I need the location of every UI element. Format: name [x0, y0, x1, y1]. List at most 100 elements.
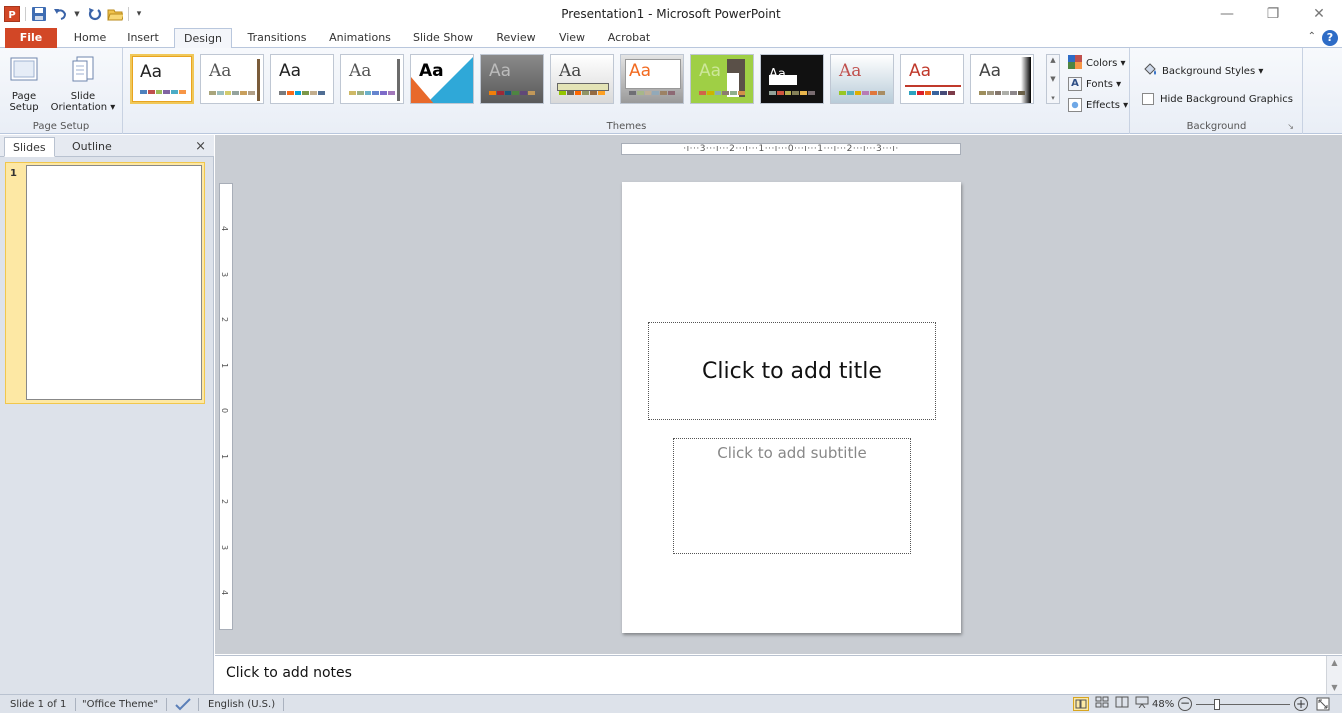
slide-sorter-icon[interactable] — [1095, 696, 1109, 713]
slide-editing-area: ·ı···3···ı···2···ı···1···ı···0···ı···1··… — [215, 135, 1342, 654]
theme-apothecary[interactable]: Aa — [410, 54, 474, 104]
slides-panel-tabs: Slides Outline × — [0, 135, 214, 157]
theme-sample-text: Aa — [489, 61, 512, 81]
tab-design[interactable]: Design — [174, 28, 232, 49]
colors-button[interactable]: Colors ▾ — [1068, 54, 1126, 72]
slide-thumbnail[interactable] — [26, 165, 202, 400]
tab-insert[interactable]: Insert — [122, 28, 164, 48]
zoom-slider-thumb[interactable] — [1214, 699, 1220, 710]
effects-button[interactable]: Effects ▾ — [1068, 96, 1128, 114]
zoom-level[interactable]: 48% — [1152, 698, 1174, 712]
status-bar: Slide 1 of 1 "Office Theme" English (U.S… — [0, 694, 1342, 713]
theme-angles[interactable]: Aa — [270, 54, 334, 104]
tab-slide-show[interactable]: Slide Show — [408, 28, 478, 48]
tab-file[interactable]: File — [5, 28, 57, 48]
scroll-up-icon[interactable]: ▲ — [1331, 658, 1337, 667]
tab-animations[interactable]: Animations — [324, 28, 396, 48]
theme-clarity[interactable]: Aa — [760, 54, 824, 104]
tab-transitions[interactable]: Transitions — [244, 28, 310, 48]
slide-counter: Slide 1 of 1 — [10, 699, 67, 710]
theme-sample-text: Aa — [349, 61, 372, 81]
background-styles-button[interactable]: Background Styles ▾ — [1142, 62, 1263, 80]
theme-couture[interactable]: Aa — [970, 54, 1034, 104]
tab-home[interactable]: Home — [70, 28, 110, 48]
slide-orientation-button[interactable]: Slide Orientation ▾ — [46, 54, 120, 113]
fonts-button[interactable]: A Fonts ▾ — [1068, 75, 1121, 93]
title-placeholder[interactable]: Click to add title — [648, 322, 936, 420]
themes-gallery-scroll[interactable]: ▲ ▼ ▾ — [1046, 54, 1060, 104]
theme-name[interactable]: "Office Theme" — [82, 698, 158, 712]
zoom-out-button[interactable]: − — [1178, 697, 1192, 711]
scroll-down-icon[interactable]: ▼ — [1331, 683, 1337, 692]
theme-sample-text: Aa — [839, 61, 862, 81]
theme-sample-text: Aa — [559, 61, 582, 81]
checkbox-icon[interactable] — [1142, 93, 1154, 105]
theme-aspect[interactable]: Aa — [480, 54, 544, 104]
theme-civic[interactable]: Aa — [690, 54, 754, 104]
notes-placeholder[interactable]: Click to add notes — [226, 665, 352, 681]
tab-outline[interactable]: Outline — [64, 137, 120, 157]
tab-acrobat[interactable]: Acrobat — [604, 28, 654, 48]
hide-background-graphics-checkbox[interactable]: Hide Background Graphics — [1142, 90, 1293, 108]
theme-adjacency[interactable]: Aa — [200, 54, 264, 104]
theme-sample-text: Aa — [769, 67, 786, 82]
themes-group-label: Themes — [606, 121, 647, 132]
tab-slides[interactable]: Slides — [4, 137, 55, 157]
theme-apex[interactable]: Aa — [340, 54, 404, 104]
page-setup-button[interactable]: Page Setup — [6, 54, 42, 113]
vertical-ruler: 4 3 2 1 0 1 2 3 4 — [219, 183, 233, 630]
paint-bucket-icon — [1142, 62, 1158, 80]
title-bar: P ▼ ▾ Presentation1 - Microsoft PowerPoi… — [0, 0, 1342, 28]
theme-sample-text: Aa — [699, 61, 722, 81]
theme-sample-text: Aa — [209, 61, 232, 81]
theme-black-tie[interactable]: Aa — [620, 54, 684, 104]
theme-sample-text: Aa — [979, 61, 1002, 81]
spell-check-icon[interactable] — [174, 697, 192, 711]
colors-icon — [1068, 54, 1082, 72]
restore-button[interactable]: ❐ — [1250, 0, 1296, 28]
reading-view-icon[interactable] — [1115, 696, 1129, 713]
theme-sample-text: Aa — [909, 61, 932, 81]
help-icon[interactable]: ? — [1322, 30, 1338, 46]
subtitle-placeholder[interactable]: Click to add subtitle — [673, 438, 911, 554]
minimize-button[interactable]: — — [1204, 0, 1250, 28]
theme-office[interactable]: Aa — [130, 54, 194, 104]
window-title: Presentation1 - Microsoft PowerPoint — [561, 7, 781, 21]
theme-composite[interactable]: Aa — [830, 54, 894, 104]
gallery-up-icon[interactable]: ▲ — [1050, 56, 1055, 64]
gallery-down-icon[interactable]: ▼ — [1050, 75, 1055, 83]
tab-view[interactable]: View — [554, 28, 590, 48]
zoom-slider-track[interactable] — [1196, 704, 1290, 705]
language[interactable]: English (U.S.) — [208, 698, 275, 712]
theme-sample-text: Aa — [419, 61, 444, 81]
effects-icon — [1068, 98, 1082, 112]
notes-pane[interactable]: Click to add notes ▲ ▼ — [215, 655, 1342, 694]
close-panel-icon[interactable]: × — [195, 139, 206, 154]
theme-sample-text: Aa — [629, 61, 652, 81]
fonts-icon: A — [1068, 77, 1082, 91]
ribbon: Page Setup Slide Orientation ▾ Page Setu… — [0, 48, 1342, 134]
slide-orientation-icon — [46, 54, 120, 87]
tab-review[interactable]: Review — [492, 28, 540, 48]
view-buttons — [1073, 696, 1149, 713]
theme-sample-text: Aa — [279, 61, 302, 81]
notes-scrollbar[interactable]: ▲ ▼ — [1326, 656, 1342, 694]
ribbon-tabs: File Home Insert Design Transitions Anim… — [0, 28, 1342, 49]
slide-show-icon[interactable] — [1135, 696, 1149, 713]
page-setup-group-label: Page Setup — [32, 121, 90, 132]
themes-gallery: Aa Aa Aa Aa Aa Aa Aa Aa Aa Aa Aa Aa Aa — [128, 54, 1050, 110]
minimize-ribbon-icon[interactable]: ⌃ — [1308, 31, 1316, 42]
normal-view-icon[interactable] — [1073, 697, 1089, 711]
horizontal-ruler: ·ı···3···ı···2···ı···1···ı···0···ı···1··… — [621, 143, 961, 155]
fit-slide-icon[interactable] — [1316, 697, 1330, 711]
theme-sample-text: Aa — [140, 62, 163, 82]
theme-austin[interactable]: Aa — [550, 54, 614, 104]
gallery-more-icon[interactable]: ▾ — [1051, 94, 1055, 102]
background-dialog-launcher-icon[interactable]: ↘ — [1287, 122, 1294, 131]
theme-concourse[interactable]: Aa — [900, 54, 964, 104]
close-button[interactable]: ✕ — [1296, 0, 1342, 28]
slide-thumbnail-selected[interactable]: 1 — [5, 162, 205, 404]
slide-number: 1 — [10, 168, 17, 179]
slide-canvas[interactable]: Click to add title Click to add subtitle — [622, 182, 961, 633]
zoom-in-button[interactable]: + — [1294, 697, 1308, 711]
